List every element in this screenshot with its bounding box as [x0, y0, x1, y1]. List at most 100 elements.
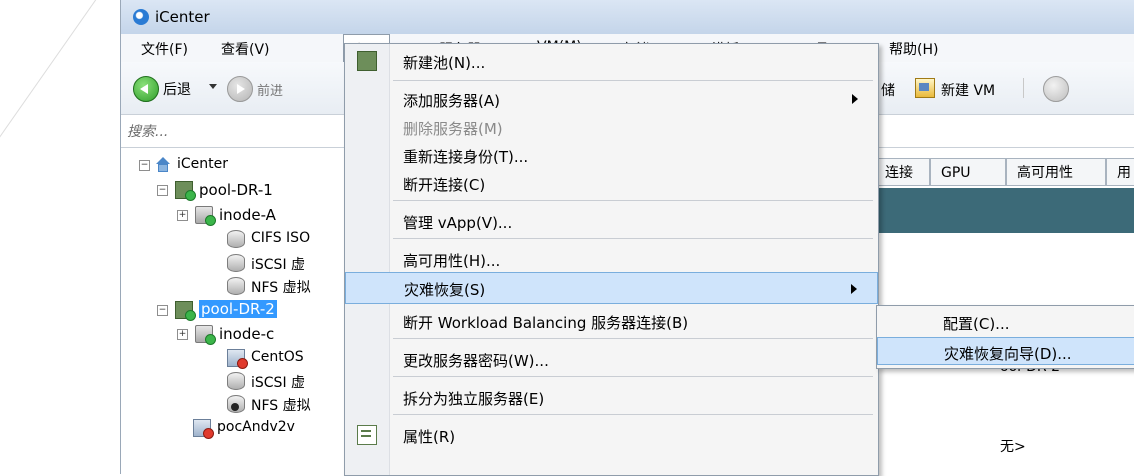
tree-node-iscsi-2[interactable]: iSCSI 虚 — [121, 370, 349, 392]
search-input[interactable]: 搜索... — [127, 121, 168, 141]
menu-separator — [393, 238, 873, 239]
status-stopped-icon — [203, 428, 214, 439]
collapse-icon[interactable]: − — [139, 160, 150, 171]
menu-item-change-password[interactable]: 更改服务器密码(W)... — [345, 344, 878, 374]
tree-node-inode-c[interactable]: + inode-c — [121, 323, 349, 345]
status-disconnected-icon — [231, 403, 239, 411]
title-bar: iCenter — [121, 0, 1134, 34]
menu-item-label: 断开 Workload Balancing 服务器连接(B) — [403, 314, 689, 332]
value-none-text: 无> — [1000, 439, 1026, 455]
menu-item-disconnect[interactable]: 断开连接(C) — [345, 168, 878, 198]
expand-icon[interactable]: + — [177, 329, 188, 340]
tree-node-inode-a[interactable]: + inode-A — [121, 204, 349, 226]
tree-label: iSCSI 虚 — [251, 257, 306, 273]
status-online-icon — [205, 334, 216, 345]
tree-label: CentOS — [251, 349, 304, 365]
tree-label: inode-A — [219, 206, 276, 224]
back-dropdown-chevron-icon[interactable] — [209, 84, 217, 89]
status-online-icon — [185, 190, 196, 201]
menu-item-label: 添加服务器(A) — [403, 92, 500, 110]
tab-gpu[interactable]: GPU — [930, 158, 1006, 186]
tree-label: NFS 虚拟 — [251, 280, 311, 296]
tree-label: iCenter — [177, 156, 229, 172]
window-title: iCenter — [155, 8, 210, 26]
menu-item-reconnect-as[interactable]: 重新连接身份(T)... — [345, 140, 878, 170]
menu-item-label: 灾难恢复向导(D)... — [944, 345, 1072, 363]
menu-help[interactable]: 帮助(H) — [889, 39, 938, 59]
menu-item-label: 高可用性(H)... — [403, 252, 501, 270]
menu-item-configure[interactable]: 配置(C)... — [877, 308, 1134, 336]
forward-arrow-icon[interactable] — [227, 76, 253, 102]
storage-button-label[interactable]: 储 — [881, 80, 895, 100]
tree-label: pool-DR-1 — [199, 181, 273, 199]
tree-label: CIFS ISO — [251, 230, 311, 246]
submenu-arrow-icon — [851, 284, 857, 294]
menu-item-disaster-recovery[interactable]: 灾难恢复(S) — [345, 272, 878, 304]
tree-node-iscsi-1[interactable]: iSCSI 虚 — [121, 252, 349, 274]
back-button-label[interactable]: 后退 — [163, 79, 191, 99]
menu-separator — [393, 200, 873, 201]
power-icon[interactable] — [1043, 76, 1069, 102]
new-vm-button[interactable]: 新建 VM — [941, 80, 995, 100]
storage-disk-icon — [227, 230, 245, 248]
disaster-recovery-submenu: 配置(C)... 灾难恢复向导(D)... — [876, 305, 1134, 369]
tab-more[interactable]: 用 — [1106, 158, 1134, 186]
tab-connection[interactable]: 连接 — [874, 158, 930, 186]
app-logo-icon — [133, 9, 149, 25]
storage-disk-icon — [227, 254, 245, 272]
menu-item-label: 灾难恢复(S) — [404, 281, 486, 299]
menu-item-add-server[interactable]: 添加服务器(A) — [345, 84, 878, 114]
resource-tree: − iCenter − pool-DR-1 + inode-A CIFS ISO — [121, 148, 350, 474]
menu-separator — [393, 414, 873, 415]
home-icon — [155, 157, 171, 173]
menu-item-properties[interactable]: 属性(R) — [345, 420, 878, 450]
tree-node-nfs-1[interactable]: NFS 虚拟 — [121, 275, 349, 297]
tree-label: pocAndv2v — [217, 419, 295, 435]
menu-item-label: 断开连接(C) — [403, 176, 486, 194]
back-arrow-icon[interactable] — [133, 76, 159, 102]
menu-file[interactable]: 文件(F) — [141, 39, 188, 59]
menu-item-label: 管理 vApp(V)... — [403, 214, 513, 232]
menu-separator — [393, 80, 873, 81]
new-vm-icon[interactable] — [915, 78, 935, 98]
tab-high-availability[interactable]: 高可用性 — [1006, 158, 1106, 186]
tree-node-centos[interactable]: CentOS — [121, 347, 349, 369]
menu-separator — [393, 338, 873, 339]
properties-icon — [357, 425, 377, 445]
menu-item-manage-vapp[interactable]: 管理 vApp(V)... — [345, 206, 878, 236]
menu-item-label: 更改服务器密码(W)... — [403, 352, 549, 370]
menu-item-label: 删除服务器(M) — [403, 120, 503, 138]
menu-item-high-availability[interactable]: 高可用性(H)... — [345, 244, 878, 274]
menu-item-label: 重新连接身份(T)... — [403, 148, 529, 166]
storage-disk-icon — [227, 277, 245, 295]
menu-item-eject-servers[interactable]: 拆分为独立服务器(E) — [345, 382, 878, 412]
menu-item-remove-server[interactable]: 删除服务器(M) — [345, 112, 878, 142]
status-online-icon — [205, 215, 216, 226]
tree-node-pool-dr-2[interactable]: − pool-DR-2 — [121, 298, 349, 321]
collapse-icon[interactable]: − — [157, 305, 168, 316]
tree-node-pool-dr-1[interactable]: − pool-DR-1 — [121, 178, 349, 201]
menu-item-label: 属性(R) — [403, 428, 456, 446]
menu-item-label: 新建池(N)... — [403, 54, 486, 72]
submenu-arrow-icon — [852, 94, 858, 104]
menu-item-dr-wizard[interactable]: 灾难恢复向导(D)... — [877, 337, 1134, 365]
status-stopped-icon — [237, 358, 248, 369]
tree-node-pocandv2v[interactable]: pocAndv2v — [121, 416, 349, 439]
collapse-icon[interactable]: − — [157, 185, 168, 196]
forward-button-label[interactable]: 前进 — [257, 80, 345, 99]
menu-item-new-pool[interactable]: 新建池(N)... — [345, 46, 878, 76]
tree-label: NFS 虚拟 — [251, 398, 311, 414]
expand-icon[interactable]: + — [177, 210, 188, 221]
menu-separator — [393, 376, 873, 377]
watermark-line — [0, 0, 129, 151]
menu-item-label: 拆分为独立服务器(E) — [403, 390, 545, 408]
menu-item-disconnect-wlb[interactable]: 断开 Workload Balancing 服务器连接(B) — [345, 306, 878, 336]
tree-label: inode-c — [219, 325, 275, 343]
menu-view[interactable]: 查看(V) — [221, 39, 270, 59]
tree-node-nfs-2[interactable]: NFS 虚拟 — [121, 393, 349, 415]
tree-label-selected: pool-DR-2 — [199, 300, 277, 318]
tree-node-icenter[interactable]: − iCenter — [121, 156, 349, 178]
tree-node-cifs-iso[interactable]: CIFS ISO — [121, 228, 349, 250]
toolbar-divider — [1023, 78, 1024, 98]
pool-dropdown-menu: 新建池(N)... 添加服务器(A) 删除服务器(M) 重新连接身份(T)...… — [344, 43, 879, 476]
